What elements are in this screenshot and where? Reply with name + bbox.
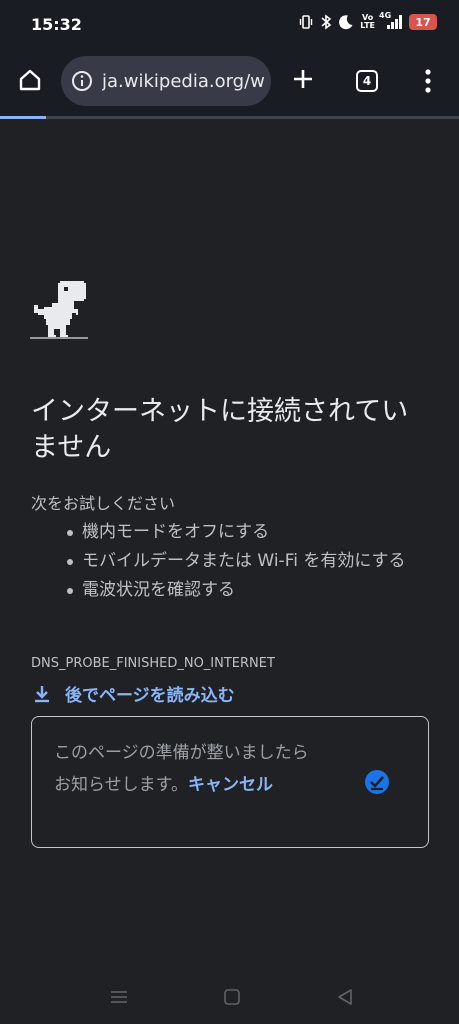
page-load-progress (0, 116, 459, 119)
status-icons: Vo LTE 4G 17 (298, 11, 437, 30)
suggestion-item: 電波状況を確認する (67, 576, 427, 605)
tab-switcher-button[interactable]: 4 (356, 70, 378, 92)
home-nav-button[interactable] (221, 986, 243, 1008)
recent-apps-button[interactable] (108, 986, 130, 1008)
suggestions-title: 次をお試しください (31, 494, 176, 513)
overflow-menu-button[interactable] (418, 67, 438, 95)
suggestions-list: 機内モードをオフにする モバイルデータまたは Wi-Fi を有効にする 電波状況… (67, 518, 427, 605)
status-bar: 15:32 Vo LTE 4G 17 (0, 0, 459, 52)
back-nav-button[interactable] (334, 986, 356, 1008)
browser-toolbar: ja.wikipedia.org/w 4 (0, 52, 459, 116)
download-later-label: 後でページを読み込む (65, 686, 235, 706)
notice-text: このページの準備が整いましたらお知らせします。キャンセル (54, 737, 324, 801)
menu-lines-icon (111, 991, 127, 1003)
address-bar[interactable]: ja.wikipedia.org/w (61, 56, 271, 106)
status-time: 15:32 (31, 15, 82, 34)
square-home-icon (224, 989, 240, 1005)
auto-download-notice: このページの準備が整いましたらお知らせします。キャンセル (31, 716, 429, 848)
battery-icon: 17 (409, 14, 437, 30)
download-later-button[interactable]: 後でページを読み込む (33, 681, 235, 706)
vibrate-icon (298, 14, 314, 30)
info-icon[interactable] (71, 70, 93, 92)
signal-type-label: 4G (379, 11, 392, 20)
do-not-disturb-moon-icon (338, 14, 354, 30)
home-icon (19, 69, 41, 91)
page-load-progress-fill (0, 116, 46, 119)
error-heading: インターネットに接続されていません (31, 396, 409, 463)
home-button[interactable] (14, 64, 46, 96)
volte-bottom-label: LTE (360, 21, 375, 30)
more-vert-icon (425, 69, 431, 93)
volte-icon: Vo LTE (360, 14, 375, 30)
url-text: ja.wikipedia.org/w (102, 70, 265, 92)
plus-icon (294, 70, 312, 88)
new-tab-button[interactable] (288, 64, 318, 94)
download-icon (35, 685, 49, 702)
bluetooth-icon (320, 14, 332, 30)
back-triangle-icon (338, 989, 352, 1005)
notice-cancel-link[interactable]: キャンセル (188, 775, 273, 795)
error-code: DNS_PROBE_FINISHED_NO_INTERNET (31, 656, 275, 671)
signal-4g-icon: 4G (379, 11, 403, 30)
suggestion-item: 機内モードをオフにする (67, 518, 427, 547)
system-nav-bar (0, 970, 459, 1024)
scheduled-check-icon (365, 770, 389, 794)
suggestion-item: モバイルデータまたは Wi-Fi を有効にする (67, 547, 427, 576)
offline-dino-icon (30, 281, 88, 339)
